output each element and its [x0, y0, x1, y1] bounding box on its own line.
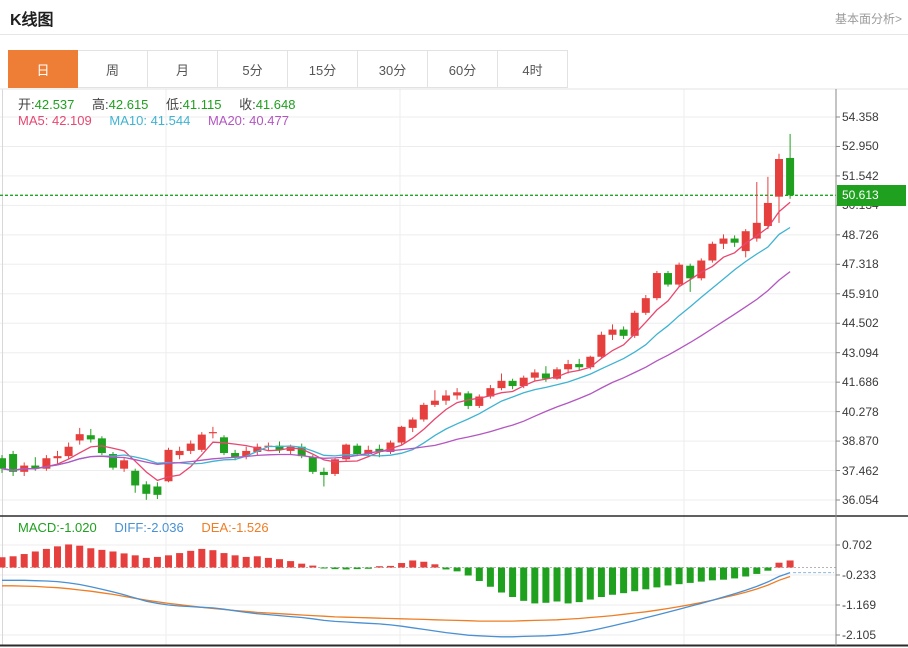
- price-axis-label: 36.054: [842, 493, 904, 507]
- open-label: 开:: [18, 97, 35, 112]
- kline-page: K线图 基本面分析> 日周月5分15分30分60分4时 开:42.537 高:4…: [0, 0, 908, 648]
- macd-value: -1.020: [60, 520, 97, 535]
- price-axis-label: 52.950: [842, 139, 904, 153]
- ma5-value: 42.109: [52, 113, 92, 128]
- dea-line: [2, 577, 790, 622]
- close-value: 41.648: [256, 97, 296, 112]
- ohlc-info-row: 开:42.537 高:42.615 低:41.115 收:41.648: [18, 94, 295, 113]
- dea-label: DEA:: [201, 520, 231, 535]
- price-axis-label: 47.318: [842, 257, 904, 271]
- price-axis-label: 45.910: [842, 287, 904, 301]
- price-axis-label: 43.094: [842, 346, 904, 360]
- price-axis-label: 41.686: [842, 375, 904, 389]
- macd-axis-label: -0.233: [842, 568, 904, 582]
- diff-value: -2.036: [147, 520, 184, 535]
- macd-label: MACD:: [18, 520, 60, 535]
- macd-axis-label: -1.169: [842, 598, 904, 612]
- price-axis-label: 51.542: [842, 169, 904, 183]
- ma20-label: MA20:: [208, 113, 246, 128]
- ma20-value: 40.477: [249, 113, 289, 128]
- period-tabs: 日周月5分15分30分60分4时: [8, 50, 568, 88]
- price-axis-label: 40.278: [842, 405, 904, 419]
- low-label: 低:: [166, 97, 183, 112]
- macd-axis-label: 0.702: [842, 538, 904, 552]
- tab-4[interactable]: 15分: [288, 50, 358, 88]
- ma5-line: [2, 202, 790, 480]
- ma10-value: 41.544: [151, 113, 191, 128]
- last-price-tag: 50.613: [837, 185, 906, 206]
- price-axis-label: 38.870: [842, 434, 904, 448]
- close-label: 收:: [239, 97, 256, 112]
- ma10-label: MA10:: [109, 113, 147, 128]
- tab-1[interactable]: 周: [78, 50, 148, 88]
- high-label: 高:: [92, 97, 109, 112]
- low-value: 41.115: [183, 97, 222, 112]
- macd-histogram-group: [0, 544, 794, 603]
- high-value: 42.615: [109, 97, 149, 112]
- ma20-line: [2, 272, 790, 471]
- price-axis-label: 54.358: [842, 110, 904, 124]
- candles-group: [0, 134, 794, 500]
- ma5-label: MA5:: [18, 113, 48, 128]
- price-axis-label: 37.462: [842, 464, 904, 478]
- tab-2[interactable]: 月: [148, 50, 218, 88]
- dea-value: -1.526: [232, 520, 269, 535]
- tab-3[interactable]: 5分: [218, 50, 288, 88]
- ma-info-row: MA5: 42.109 MA10: 41.544 MA20: 40.477: [18, 113, 289, 128]
- price-axis-label: 48.726: [842, 228, 904, 242]
- tab-5[interactable]: 30分: [358, 50, 428, 88]
- macd-axis-label: -2.105: [842, 628, 904, 642]
- tab-6[interactable]: 60分: [428, 50, 498, 88]
- price-axis-label: 44.502: [842, 316, 904, 330]
- tab-0-selected[interactable]: 日: [8, 50, 78, 88]
- open-value: 42.537: [35, 97, 75, 112]
- diff-label: DIFF:: [114, 520, 147, 535]
- macd-info-row: MACD:-1.020 DIFF:-2.036 DEA:-1.526: [18, 520, 269, 535]
- tab-7[interactable]: 4时: [498, 50, 568, 88]
